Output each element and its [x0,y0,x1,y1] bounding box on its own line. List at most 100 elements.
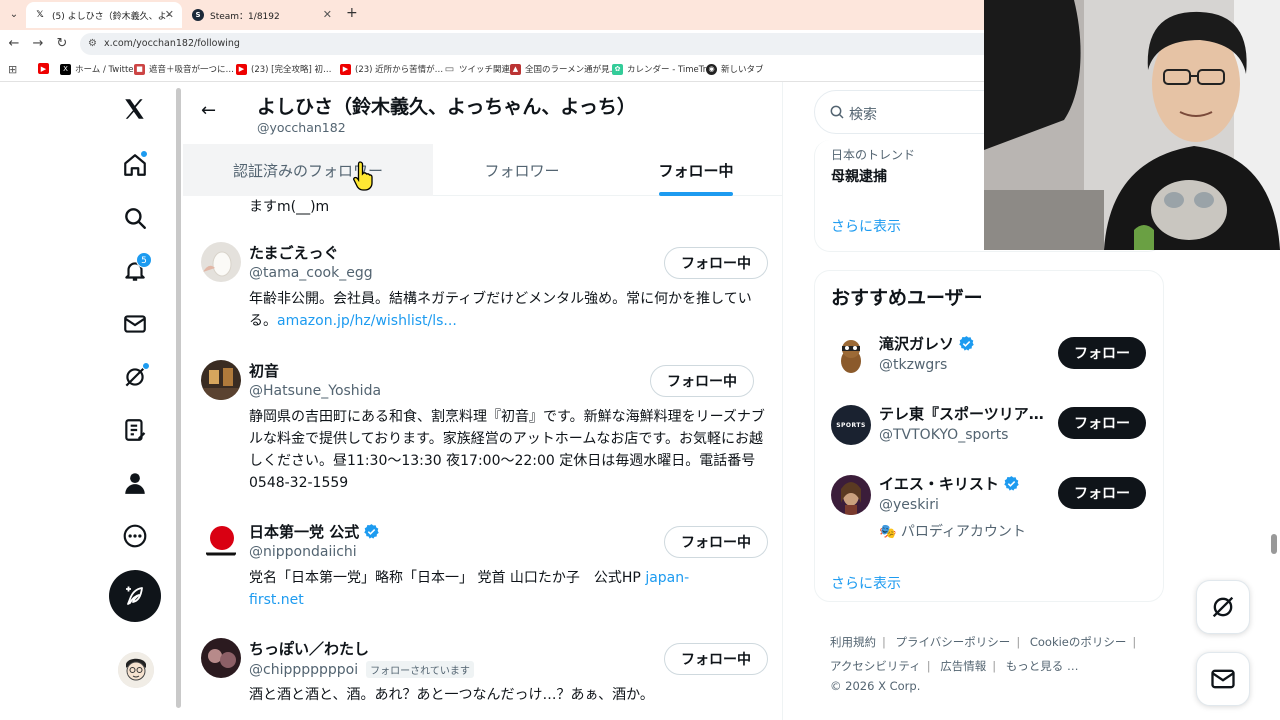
user-handle[interactable]: @tkzwgrs [879,357,947,373]
user-avatar[interactable] [201,242,241,282]
youtube-icon: ▶ [38,63,49,74]
following-button[interactable]: フォロー中 [650,365,754,397]
verified-badge-icon[interactable] [958,335,975,352]
user-avatar[interactable] [201,638,241,678]
who-to-follow-show-more-link[interactable]: さらに表示 [831,573,901,593]
recommended-user[interactable]: イエス・キリスト @yeskiri 🎭 パロディアカウント フォロー [815,471,1165,551]
recommended-user[interactable]: SPORTS テレ東『スポーツリア… @TVTOKYO_sports フォロー [815,401,1165,461]
following-button[interactable]: フォロー中 [664,247,768,279]
tab-followers[interactable]: フォロワー [433,144,611,196]
footer-link-terms[interactable]: 利用規約 [830,635,876,649]
more-options-icon[interactable] [118,519,152,553]
user-cell[interactable]: ちっぽい／わたし @chipppppppoi フォローされています フォロー中 酒… [183,638,783,708]
footer-link-accessibility[interactable]: アクセシビリティ [830,659,921,673]
user-cell[interactable]: 日本第一党 公式 @nippondaiichi フォロー中 党名「日本第一党」略… [183,521,783,611]
trend-item[interactable]: 母親逮捕 [831,166,887,186]
user-name[interactable]: 滝沢ガレソ [879,333,975,354]
user-name[interactable]: テレ東『スポーツリア… [879,403,1044,424]
reload-icon[interactable]: ↻ [54,36,70,51]
user-name[interactable]: 日本第一党 公式 [249,521,380,542]
x-home-logo-icon[interactable] [118,92,152,126]
account-avatar[interactable] [118,652,154,688]
trends-show-more-link[interactable]: さらに表示 [831,216,901,236]
tab-following[interactable]: フォロー中 [611,144,781,196]
user-handle[interactable]: @chipppppppoi フォローされています [249,661,474,678]
browser-tab-steam[interactable]: S Steam：1/8192 ✕ [184,2,340,28]
recommended-user[interactable]: 滝沢ガレソ @tkzwgrs フォロー [815,331,1165,391]
following-button[interactable]: フォロー中 [664,643,768,675]
home-icon[interactable] [118,148,152,182]
profile-person-icon[interactable] [118,466,152,500]
verified-badge-icon[interactable] [1003,475,1020,492]
search-icon[interactable] [118,201,152,235]
lists-icon[interactable] [118,413,152,447]
tab-verified-followers[interactable]: 認証済みのフォロワー [183,144,433,196]
grok-icon[interactable] [118,360,152,394]
left-navigation: 5 [0,82,180,720]
browser-tab-x[interactable]: 𝕏 (5) よしひさ（鈴木義久、よっちゃん、よっち ✕ [26,2,182,28]
search-placeholder: 検索 [849,107,877,123]
site-info-icon[interactable]: ⚙ [88,33,97,55]
timetree-icon: ✿ [612,63,623,75]
back-arrow-icon[interactable]: ← [6,36,22,51]
notifications-bell-icon[interactable]: 5 [118,252,152,288]
user-avatar[interactable]: SPORTS [831,405,871,445]
footer-link-privacy[interactable]: プライバシーポリシー [896,635,1011,649]
user-bio: 党名「日本第一党」略称「日本一」 党首 山口たか子 公式HP japan-fir… [249,570,690,608]
user-avatar[interactable] [201,360,241,400]
user-name[interactable]: イエス・キリスト [879,473,1020,494]
verified-badge-icon[interactable] [363,523,380,540]
apps-grid-icon[interactable]: ⊞ [8,63,17,76]
grok-floating-button[interactable] [1196,580,1250,634]
bookmark-twitter[interactable]: X ホーム / Twitter [60,63,137,75]
tab-close-icon[interactable]: ✕ [165,8,174,21]
main-column: ← よしひさ（鈴木義久、よっちゃん、よっち） @yocchan182 認証済みの… [183,82,783,720]
messages-envelope-icon[interactable] [118,307,152,341]
user-handle[interactable]: @TVTOKYO_sports [879,427,1008,443]
user-cell[interactable]: たまごえっぐ @tama_cook_egg フォロー中 年齢非公開。会社員。結構… [183,242,783,342]
follow-button[interactable]: フォロー [1058,337,1146,369]
grok-unread-dot [142,362,150,370]
user-cell[interactable]: 初音 @Hatsune_Yoshida フォロー中 静岡県の吉田町にある和食、割… [183,360,783,500]
user-avatar[interactable] [201,521,241,561]
footer-link-ads-info[interactable]: 広告情報 [940,659,986,673]
user-avatar[interactable] [831,335,871,375]
following-button[interactable]: フォロー中 [664,526,768,558]
forward-arrow-icon[interactable]: → [30,36,46,51]
footer-link-more[interactable]: もっと見る … [1006,659,1079,673]
user-avatar[interactable] [831,475,871,515]
profile-name: よしひさ（鈴木義久、よっちゃん、よっち） [257,96,636,118]
follow-button[interactable]: フォロー [1058,407,1146,439]
user-handle[interactable]: @yeskiri [879,497,939,513]
user-bio: 年齢非公開。会社員。結構ネガティブだけどメンタル強め。常に何かを推している。am… [249,291,752,329]
user-name[interactable]: 初音 [249,360,279,381]
envelope-icon [1211,669,1235,689]
bookmark-complaint[interactable]: ▶ (23) 近所から苦情が… [340,63,443,75]
bookmark-newtab[interactable]: ◉ 新しいタブ [706,63,764,75]
user-bio: 酒と酒と酒と、酒。あれ？あと一つなんだっけ…？あぁ、酒か。 [249,687,654,703]
user-handle[interactable]: @tama_cook_egg [249,265,373,281]
tab-search-icon[interactable]: ⌄ [5,6,23,24]
page-scrollbar[interactable] [176,88,181,708]
footer-link-cookies[interactable]: Cookieのポリシー [1030,635,1127,649]
compose-post-button[interactable] [109,570,161,622]
back-arrow-icon[interactable]: ← [201,100,216,121]
parody-mask-icon: 🎭 [879,524,897,540]
bio-link[interactable]: amazon.jp/hz/wishlist/ls... [277,313,457,329]
follow-button[interactable]: フォロー [1058,477,1146,509]
bookmark-guide[interactable]: ▶ (23) [完全攻略] 初… [236,63,332,75]
user-name[interactable]: たまごえっぐ [249,242,339,263]
user-handle[interactable]: @Hatsune_Yoshida [249,383,381,399]
bookmark-twitch-folder[interactable]: ▭ ツイッチ関連 [444,63,510,76]
sidebar-scrollbar-thumb[interactable] [1271,534,1277,554]
tab-close-icon[interactable]: ✕ [323,8,332,21]
bookmark-timetree[interactable]: ✿ カレンダー - TimeTree [612,63,716,75]
new-tab-icon[interactable]: + [346,5,358,21]
active-tab-indicator [659,192,733,196]
user-handle[interactable]: @nippondaiichi [249,544,357,560]
user-name[interactable]: ちっぽい／わたし [249,638,369,659]
bookmark-soundproof[interactable]: ■ 遮音＋吸音が一つに… [134,63,234,75]
messages-floating-button[interactable] [1196,652,1250,706]
bookmark-youtube[interactable]: ▶ [38,63,53,74]
bookmark-ramen[interactable]: ▲ 全国のラーメン通が見… [510,63,618,75]
